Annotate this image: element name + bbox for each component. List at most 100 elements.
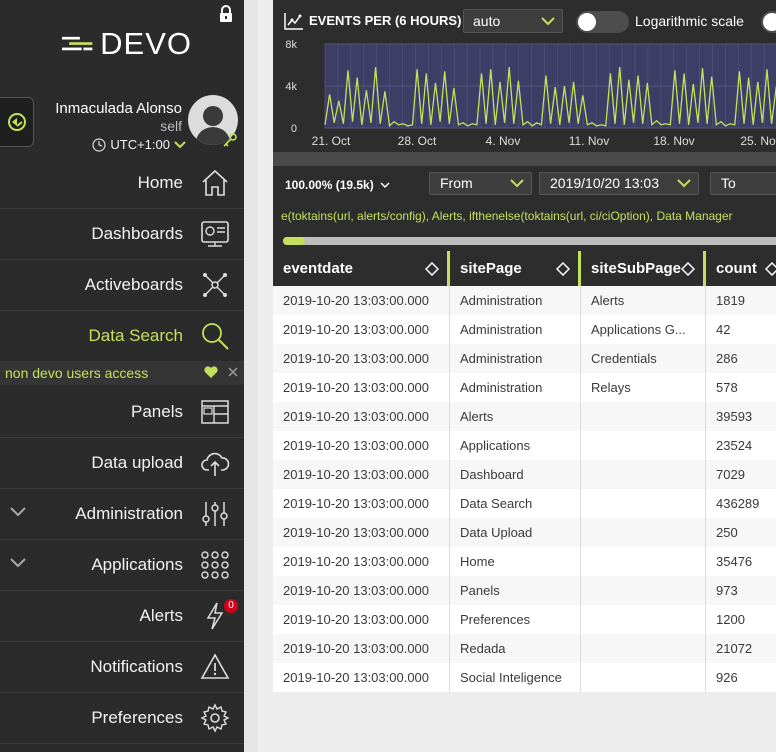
table-row[interactable]: 2019-10-20 13:03:00.000 Redada 21072 [273, 634, 776, 663]
clock-icon [92, 137, 106, 152]
alerts-count-badge: 0 [224, 599, 238, 613]
table-row[interactable]: 2019-10-20 13:03:00.000 Preferences 1200 [273, 605, 776, 634]
scroll-thumb[interactable] [283, 237, 305, 245]
close-icon[interactable] [227, 366, 239, 378]
table-cell-eventdate: 2019-10-20 13:03:00.000 [273, 286, 450, 315]
sidebar-item-label: Home [137, 173, 183, 192]
table-row[interactable]: 2019-10-20 13:03:00.000 Alerts 39593 [273, 402, 776, 431]
chevron-down-icon[interactable] [10, 557, 26, 569]
column-header-sitesubpage[interactable]: siteSubPage [581, 251, 706, 286]
table-cell-eventdate: 2019-10-20 13:03:00.000 [273, 547, 450, 576]
from-label: From [440, 175, 473, 191]
table-row[interactable]: 2019-10-20 13:03:00.000 Applications 23524 [273, 431, 776, 460]
scroll-track [283, 237, 776, 245]
table-row[interactable]: 2019-10-20 13:03:00.000 Administration Cre… [273, 344, 776, 373]
table-cell-sitepage: Data Upload [450, 518, 581, 547]
to-label: To [721, 175, 736, 191]
devo-logo[interactable]: DEVO [62, 26, 192, 61]
aggregation-value: auto [473, 13, 501, 29]
table-cell-sitepage: Administration [450, 373, 581, 402]
table-row[interactable]: 2019-10-20 13:03:00.000 Home 35476 [273, 547, 776, 576]
search-tab-item[interactable]: non devo users access [0, 361, 244, 385]
sort-icon[interactable] [765, 262, 776, 276]
filter-bar: 100.00% (19.5k) From 2019/10/20 13:03 To [273, 166, 776, 201]
table-cell-count: 973 [716, 583, 738, 598]
sidebar-item-dashboards[interactable]: Dashboards [0, 209, 244, 260]
sidebar-item-activeboards[interactable]: Activeboards [0, 260, 244, 311]
sidebar-item-administration[interactable]: Administration [0, 489, 244, 540]
table-cell-count: 39593 [716, 409, 753, 424]
chart-scrollbar[interactable] [273, 152, 776, 166]
sidebar-item-notifications[interactable]: Notifications [0, 642, 244, 693]
table-cell-sitepage: Data Search [450, 489, 581, 518]
from-dropdown[interactable]: From [429, 172, 532, 195]
sidebar-item-label: Notifications [90, 657, 183, 676]
sort-icon[interactable] [556, 262, 570, 276]
table-row[interactable]: 2019-10-20 13:03:00.000 Data Search 436289 [273, 489, 776, 518]
table-body: 2019-10-20 13:03:00.000 Administration Ale… [273, 286, 776, 692]
column-header-count[interactable]: count [706, 251, 776, 286]
from-date-value: 2019/10/20 13:03 [550, 175, 659, 191]
to-dropdown[interactable]: To [710, 172, 776, 195]
domain-switch-button[interactable] [0, 97, 34, 147]
sidebar-item-panels[interactable]: Panels [0, 387, 244, 438]
column-header-label: count [716, 260, 757, 277]
table-cell-sitesubpage [581, 663, 706, 692]
table-row[interactable]: 2019-10-20 13:03:00.000 Social Inteligenc… [273, 663, 776, 692]
table-cell-count: 7029 [716, 467, 745, 482]
table-row[interactable]: 2019-10-20 13:03:00.000 Data Upload 250 [273, 518, 776, 547]
secondary-toggle[interactable] [761, 11, 776, 33]
user-role: self [160, 118, 182, 134]
sidebar-item-label: Preferences [91, 708, 183, 727]
sidebar-item-data-upload[interactable]: Data upload [0, 438, 244, 489]
table-row[interactable]: 2019-10-20 13:03:00.000 Panels 973 [273, 576, 776, 605]
table-cell-sitesubpage [581, 402, 706, 431]
sidebar-item-alerts[interactable]: Alerts 0 [0, 591, 244, 642]
x-tick-label: 25. Nov [740, 134, 776, 148]
toggle-knob [763, 13, 776, 31]
sidebar-item-label: Applications [91, 555, 183, 574]
chevron-down-icon[interactable] [10, 506, 26, 518]
table-cell-sitesubpage [581, 518, 706, 547]
query-bar[interactable]: e(toktains(url, alerts/config), Alerts, … [273, 201, 776, 231]
log-scale-toggle[interactable] [576, 11, 629, 33]
user-name[interactable]: Inmaculada Alonso [55, 100, 182, 117]
sidebar-item-data-search[interactable]: Data Search [0, 311, 244, 362]
network-icon [203, 273, 227, 297]
table-header: eventdate sitePage siteSubPage count [273, 251, 776, 286]
sort-icon[interactable] [681, 262, 695, 276]
table-row[interactable]: 2019-10-20 13:03:00.000 Administration App… [273, 315, 776, 344]
search-tab-label: non devo users access [5, 365, 149, 381]
column-header-eventdate[interactable]: eventdate [273, 251, 450, 286]
sidebar-item-applications[interactable]: Applications [0, 540, 244, 591]
events-chart[interactable]: 8k 4k 0 21. Oct 28. Oct 4. Nov 11. Nov 18. Nov 2… [273, 36, 776, 152]
percentage-selector[interactable]: 100.00% (19.5k) [285, 178, 390, 192]
timezone-selector[interactable]: UTC+1:00 [92, 137, 186, 152]
chart-header: EVENTS PER (6 HOURS) auto Logarithmic sc… [273, 4, 776, 36]
lock-icon[interactable] [219, 5, 233, 23]
table-row[interactable]: 2019-10-20 13:03:00.000 Administration Rel… [273, 373, 776, 402]
table-row[interactable]: 2019-10-20 13:03:00.000 Dashboard 7029 [273, 460, 776, 489]
sidebar-item-home[interactable]: Home [0, 158, 244, 209]
table-cell-sitesubpage: Applications G... [581, 315, 706, 344]
sort-icon[interactable] [425, 262, 439, 276]
from-date-picker[interactable]: 2019/10/20 13:03 [539, 172, 699, 195]
aggregation-select[interactable]: auto [463, 9, 563, 33]
sidebar-item-preferences[interactable]: Preferences [0, 693, 244, 744]
sidebar-item-label: Administration [75, 504, 183, 523]
column-header-sitepage[interactable]: sitePage [450, 251, 581, 286]
table-cell-eventdate: 2019-10-20 13:03:00.000 [273, 373, 450, 402]
table-cell-sitepage: Alerts [450, 402, 581, 431]
table-cell-eventdate: 2019-10-20 13:03:00.000 [273, 315, 450, 344]
chevron-down-icon [510, 179, 524, 188]
table-cell-sitepage: Panels [450, 576, 581, 605]
query-scrollbar[interactable] [273, 231, 776, 251]
table-cell-count: 286 [716, 351, 738, 366]
column-header-label: eventdate [283, 260, 354, 277]
table-row[interactable]: 2019-10-20 13:03:00.000 Administration Ale… [273, 286, 776, 315]
heart-icon[interactable] [204, 366, 218, 379]
sidebar-item-label: Dashboards [91, 224, 183, 243]
chevron-down-icon [541, 17, 555, 26]
y-tick-label: 8k [285, 39, 297, 51]
table-cell-eventdate: 2019-10-20 13:03:00.000 [273, 518, 450, 547]
